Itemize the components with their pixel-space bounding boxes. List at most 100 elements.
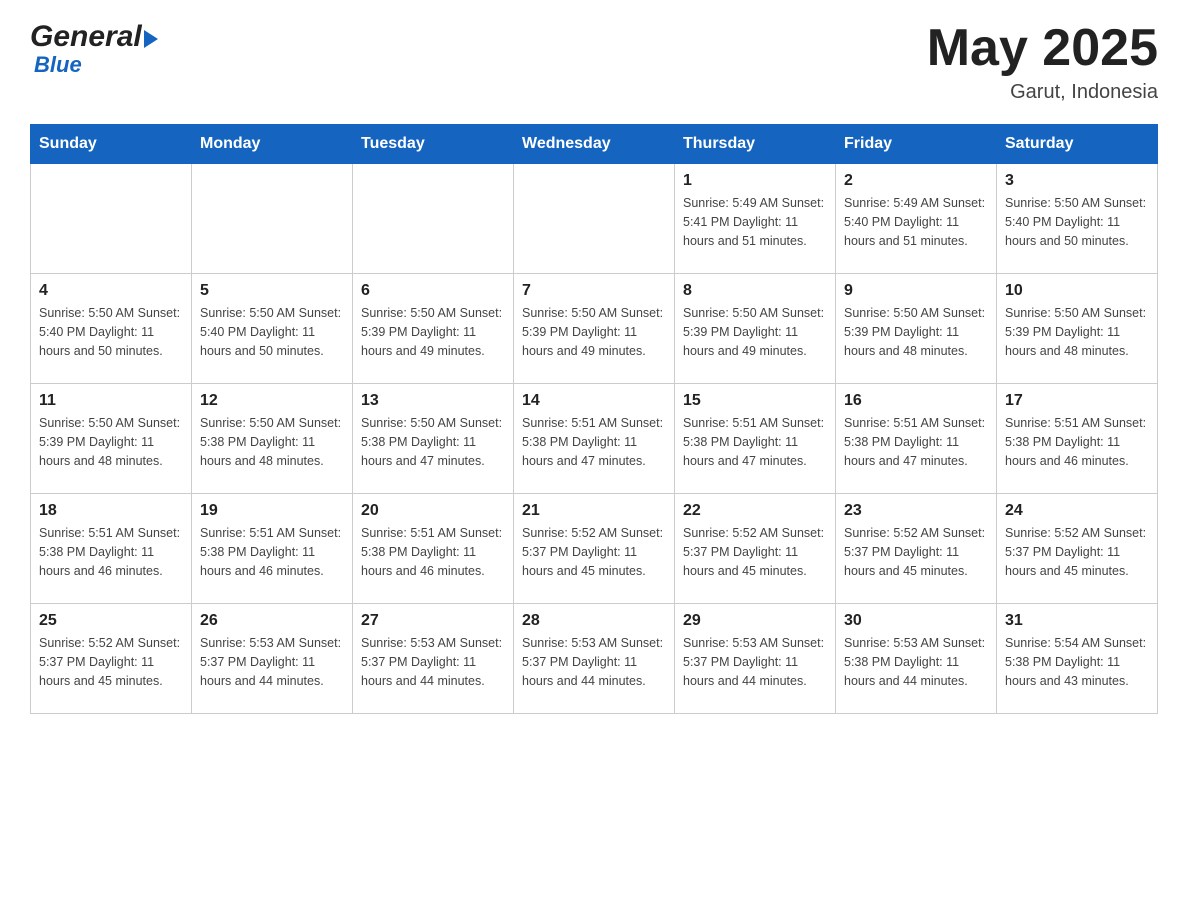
- table-row: 23 Sunrise: 5:52 AM Sunset: 5:37 PM Dayli…: [836, 494, 997, 604]
- table-row: [514, 164, 675, 274]
- day-number: 21: [522, 502, 666, 520]
- table-row: 6 Sunrise: 5:50 AM Sunset: 5:39 PM Daylig…: [353, 274, 514, 384]
- table-row: 4Sunrise: 5:50 AM Sunset: 5:40 PM Daylig…: [31, 274, 192, 384]
- col-wednesday: Wednesday: [514, 125, 675, 164]
- table-row: 25 Sunrise: 5:52 AM Sunset: 5:37 PM Dayli…: [31, 604, 192, 714]
- col-friday: Friday: [836, 125, 997, 164]
- table-row: 14Sunrise: 5:51 AM Sunset: 5:38 PM Dayli…: [514, 384, 675, 494]
- table-row: 15 Sunrise: 5:51 AM Sunset: 5:38 PM Dayli…: [675, 384, 836, 494]
- day-info: Sunrise: 5:50 AM Sunset: 5:39 PM Dayligh…: [39, 414, 183, 470]
- day-number: 23: [844, 502, 988, 520]
- table-row: 16Sunrise: 5:51 AM Sunset: 5:38 PM Dayli…: [836, 384, 997, 494]
- day-info: Sunrise: 5:50 AM Sunset: 5:39 PM Dayligh…: [844, 304, 988, 360]
- day-info: Sunrise: 5:51 AM Sunset: 5:38 PM Dayligh…: [683, 414, 827, 470]
- day-number: 22: [683, 502, 827, 520]
- table-row: [353, 164, 514, 274]
- day-number: 30: [844, 612, 988, 630]
- day-number: 5: [200, 282, 344, 300]
- table-row: 10 Sunrise: 5:50 AM Sunset: 5:39 PM Dayli…: [997, 274, 1158, 384]
- table-row: 29 Sunrise: 5:53 AM Sunset: 5:37 PM Dayli…: [675, 604, 836, 714]
- day-info: Sunrise: 5:50 AM Sunset: 5:39 PM Dayligh…: [1005, 304, 1149, 360]
- day-info: Sunrise: 5:50 AM Sunset: 5:39 PM Dayligh…: [361, 304, 505, 360]
- month-year-title: May 2025: [927, 20, 1158, 77]
- day-number: 28: [522, 612, 666, 630]
- title-block: May 2025 Garut, Indonesia: [927, 20, 1158, 104]
- table-row: 30 Sunrise: 5:53 AM Sunset: 5:38 PM Dayli…: [836, 604, 997, 714]
- logo-triangle-icon: [144, 30, 158, 48]
- table-row: 20Sunrise: 5:51 AM Sunset: 5:38 PM Dayli…: [353, 494, 514, 604]
- day-number: 29: [683, 612, 827, 630]
- page-header: G eneral Blue May 2025 Garut, Indonesia: [30, 20, 1158, 104]
- day-info: Sunrise: 5:49 AM Sunset: 5:41 PM Dayligh…: [683, 194, 827, 250]
- day-number: 6: [361, 282, 505, 300]
- day-info: Sunrise: 5:53 AM Sunset: 5:37 PM Dayligh…: [200, 634, 344, 690]
- day-number: 31: [1005, 612, 1149, 630]
- day-number: 16: [844, 392, 988, 410]
- table-row: 27 Sunrise: 5:53 AM Sunset: 5:37 PM Dayli…: [353, 604, 514, 714]
- day-number: 13: [361, 392, 505, 410]
- day-info: Sunrise: 5:50 AM Sunset: 5:40 PM Dayligh…: [200, 304, 344, 360]
- table-row: 5 Sunrise: 5:50 AM Sunset: 5:40 PM Daylig…: [192, 274, 353, 384]
- day-info: Sunrise: 5:50 AM Sunset: 5:40 PM Dayligh…: [1005, 194, 1149, 250]
- day-number: 27: [361, 612, 505, 630]
- day-number: 9: [844, 282, 988, 300]
- day-info: Sunrise: 5:52 AM Sunset: 5:37 PM Dayligh…: [683, 524, 827, 580]
- day-number: 7: [522, 282, 666, 300]
- day-info: Sunrise: 5:53 AM Sunset: 5:37 PM Dayligh…: [522, 634, 666, 690]
- table-row: 12 Sunrise: 5:50 AM Sunset: 5:38 PM Dayli…: [192, 384, 353, 494]
- day-info: Sunrise: 5:54 AM Sunset: 5:38 PM Dayligh…: [1005, 634, 1149, 690]
- day-info: Sunrise: 5:51 AM Sunset: 5:38 PM Dayligh…: [1005, 414, 1149, 470]
- calendar-week-row: 25 Sunrise: 5:52 AM Sunset: 5:37 PM Dayli…: [31, 604, 1158, 714]
- calendar-week-row: 11 Sunrise: 5:50 AM Sunset: 5:39 PM Dayli…: [31, 384, 1158, 494]
- table-row: 2 Sunrise: 5:49 AM Sunset: 5:40 PM Daylig…: [836, 164, 997, 274]
- day-info: Sunrise: 5:50 AM Sunset: 5:39 PM Dayligh…: [522, 304, 666, 360]
- day-number: 10: [1005, 282, 1149, 300]
- day-number: 3: [1005, 172, 1149, 190]
- table-row: 8 Sunrise: 5:50 AM Sunset: 5:39 PM Daylig…: [675, 274, 836, 384]
- table-row: 3 Sunrise: 5:50 AM Sunset: 5:40 PM Daylig…: [997, 164, 1158, 274]
- day-number: 11: [39, 392, 183, 410]
- calendar-week-row: 18 Sunrise: 5:51 AM Sunset: 5:38 PM Dayli…: [31, 494, 1158, 604]
- table-row: 9 Sunrise: 5:50 AM Sunset: 5:39 PM Daylig…: [836, 274, 997, 384]
- day-number: 1: [683, 172, 827, 190]
- day-info: Sunrise: 5:52 AM Sunset: 5:37 PM Dayligh…: [1005, 524, 1149, 580]
- calendar-header-row: Sunday Monday Tuesday Wednesday Thursday…: [31, 125, 1158, 164]
- day-info: Sunrise: 5:51 AM Sunset: 5:38 PM Dayligh…: [200, 524, 344, 580]
- day-info: Sunrise: 5:52 AM Sunset: 5:37 PM Dayligh…: [844, 524, 988, 580]
- table-row: 11 Sunrise: 5:50 AM Sunset: 5:39 PM Dayli…: [31, 384, 192, 494]
- logo-text-eneral: eneral: [53, 20, 141, 54]
- day-number: 26: [200, 612, 344, 630]
- table-row: [192, 164, 353, 274]
- day-info: Sunrise: 5:50 AM Sunset: 5:40 PM Dayligh…: [39, 304, 183, 360]
- day-number: 25: [39, 612, 183, 630]
- table-row: 19Sunrise: 5:51 AM Sunset: 5:38 PM Dayli…: [192, 494, 353, 604]
- day-number: 24: [1005, 502, 1149, 520]
- table-row: [31, 164, 192, 274]
- table-row: 26 Sunrise: 5:53 AM Sunset: 5:37 PM Dayli…: [192, 604, 353, 714]
- day-number: 12: [200, 392, 344, 410]
- day-number: 15: [683, 392, 827, 410]
- day-info: Sunrise: 5:50 AM Sunset: 5:38 PM Dayligh…: [200, 414, 344, 470]
- day-number: 18: [39, 502, 183, 520]
- day-info: Sunrise: 5:50 AM Sunset: 5:39 PM Dayligh…: [683, 304, 827, 360]
- logo: G eneral Blue: [30, 20, 158, 78]
- calendar-week-row: 1 Sunrise: 5:49 AM Sunset: 5:41 PM Daylig…: [31, 164, 1158, 274]
- logo-text-blue: Blue: [34, 52, 158, 78]
- table-row: 24 Sunrise: 5:52 AM Sunset: 5:37 PM Dayli…: [997, 494, 1158, 604]
- day-info: Sunrise: 5:53 AM Sunset: 5:38 PM Dayligh…: [844, 634, 988, 690]
- day-info: Sunrise: 5:51 AM Sunset: 5:38 PM Dayligh…: [361, 524, 505, 580]
- table-row: 21 Sunrise: 5:52 AM Sunset: 5:37 PM Dayli…: [514, 494, 675, 604]
- day-info: Sunrise: 5:52 AM Sunset: 5:37 PM Dayligh…: [522, 524, 666, 580]
- day-info: Sunrise: 5:53 AM Sunset: 5:37 PM Dayligh…: [683, 634, 827, 690]
- day-info: Sunrise: 5:53 AM Sunset: 5:37 PM Dayligh…: [361, 634, 505, 690]
- day-number: 8: [683, 282, 827, 300]
- day-number: 2: [844, 172, 988, 190]
- day-info: Sunrise: 5:52 AM Sunset: 5:37 PM Dayligh…: [39, 634, 183, 690]
- logo-text-g: G: [30, 20, 53, 54]
- calendar-week-row: 4Sunrise: 5:50 AM Sunset: 5:40 PM Daylig…: [31, 274, 1158, 384]
- col-sunday: Sunday: [31, 125, 192, 164]
- table-row: 17Sunrise: 5:51 AM Sunset: 5:38 PM Dayli…: [997, 384, 1158, 494]
- day-info: Sunrise: 5:49 AM Sunset: 5:40 PM Dayligh…: [844, 194, 988, 250]
- location-subtitle: Garut, Indonesia: [927, 81, 1158, 104]
- table-row: 1 Sunrise: 5:49 AM Sunset: 5:41 PM Daylig…: [675, 164, 836, 274]
